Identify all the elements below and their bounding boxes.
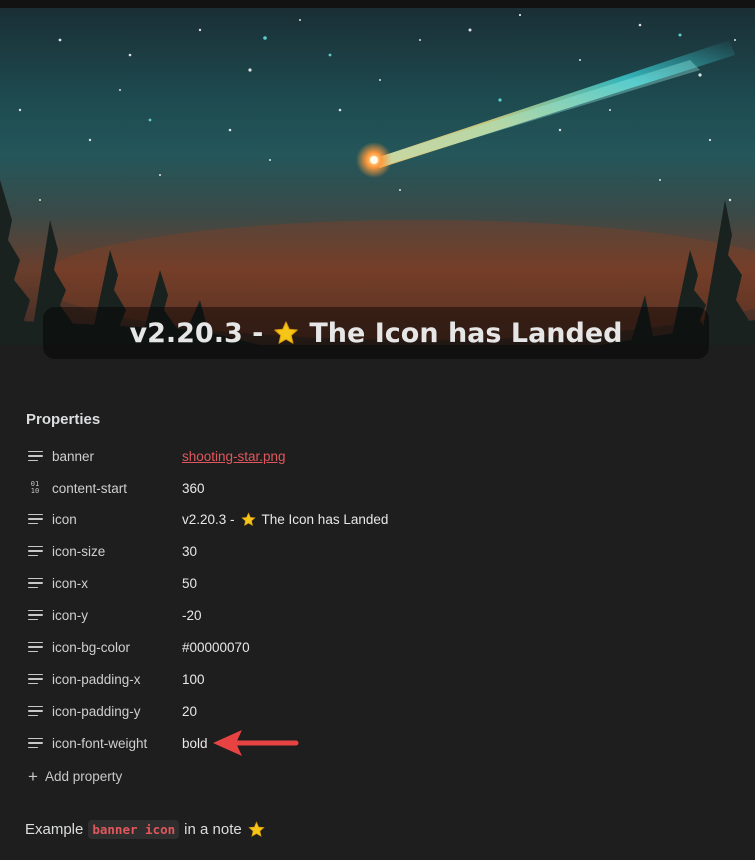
property-row-icon[interactable]: icon v2.20.3 - The Icon has Landed — [26, 505, 726, 533]
property-value[interactable]: 30 — [182, 544, 197, 559]
property-key[interactable]: icon-bg-color — [52, 640, 182, 655]
property-key[interactable]: icon-padding-y — [52, 704, 182, 719]
example-suffix: in a note — [184, 821, 242, 838]
example-prefix: Example — [25, 821, 84, 838]
add-property-button[interactable]: + Add property — [28, 768, 122, 785]
text-property-icon — [26, 638, 44, 656]
property-row-icon-x[interactable]: icon-x 50 — [26, 569, 726, 597]
text-property-icon — [26, 510, 44, 528]
property-key[interactable]: banner — [52, 449, 182, 464]
number-property-icon: 01 10 — [30, 480, 40, 495]
inline-code: banner icon — [88, 820, 180, 839]
banner-icon: v2.20.3 - The Icon has Landed — [43, 307, 709, 359]
property-key[interactable]: icon-y — [52, 608, 182, 623]
property-key[interactable]: icon-x — [52, 576, 182, 591]
example-paragraph: Example banner icon in a note — [25, 820, 268, 839]
property-row-icon-y[interactable]: icon-y -20 — [26, 601, 726, 629]
property-value-prefix: v2.20.3 - — [182, 511, 235, 527]
property-row-banner[interactable]: banner shooting-star.png — [26, 442, 726, 470]
banner-icon-prefix: v2.20.3 - — [129, 317, 264, 349]
plus-icon: + — [28, 767, 38, 786]
property-value[interactable]: bold — [182, 736, 208, 751]
property-value[interactable]: #00000070 — [182, 640, 250, 655]
property-value[interactable]: 100 — [182, 672, 205, 687]
night-sky-illustration — [0, 13, 755, 345]
star-icon — [274, 321, 299, 344]
star-icon — [248, 821, 265, 837]
property-value-link[interactable]: shooting-star.png — [182, 449, 286, 464]
property-key[interactable]: icon-font-weight — [52, 736, 182, 751]
property-value[interactable]: 50 — [182, 576, 197, 591]
properties-heading: Properties — [26, 411, 101, 428]
property-row-content-start[interactable]: 01 10 content-start 360 — [26, 474, 726, 502]
annotation-arrow-icon — [213, 730, 299, 756]
property-value[interactable]: -20 — [182, 608, 202, 623]
text-property-icon — [26, 702, 44, 720]
property-key[interactable]: content-start — [52, 481, 182, 496]
property-key[interactable]: icon — [52, 512, 182, 527]
property-row-icon-size[interactable]: icon-size 30 — [26, 537, 726, 565]
text-property-icon — [26, 447, 44, 465]
text-property-icon — [26, 542, 44, 560]
property-row-icon-font-weight[interactable]: icon-font-weight bold — [26, 729, 726, 757]
banner-icon-suffix: The Icon has Landed — [309, 317, 623, 349]
text-property-icon — [26, 574, 44, 592]
property-key[interactable]: icon-padding-x — [52, 672, 182, 687]
property-value[interactable]: 20 — [182, 704, 197, 719]
add-property-label: Add property — [44, 769, 123, 784]
property-value-suffix: The Icon has Landed — [261, 511, 389, 527]
property-key[interactable]: icon-size — [52, 544, 182, 559]
property-value[interactable]: v2.20.3 - The Icon has Landed — [182, 512, 388, 527]
text-property-icon — [26, 734, 44, 752]
property-row-icon-padding-y[interactable]: icon-padding-y 20 — [26, 697, 726, 725]
star-icon — [240, 511, 256, 526]
banner-image — [0, 0, 755, 345]
text-property-icon — [26, 670, 44, 688]
property-row-icon-padding-x[interactable]: icon-padding-x 100 — [26, 665, 726, 693]
property-row-icon-bg-color[interactable]: icon-bg-color #00000070 — [26, 633, 726, 661]
text-property-icon — [26, 606, 44, 624]
property-value[interactable]: 360 — [182, 481, 205, 496]
